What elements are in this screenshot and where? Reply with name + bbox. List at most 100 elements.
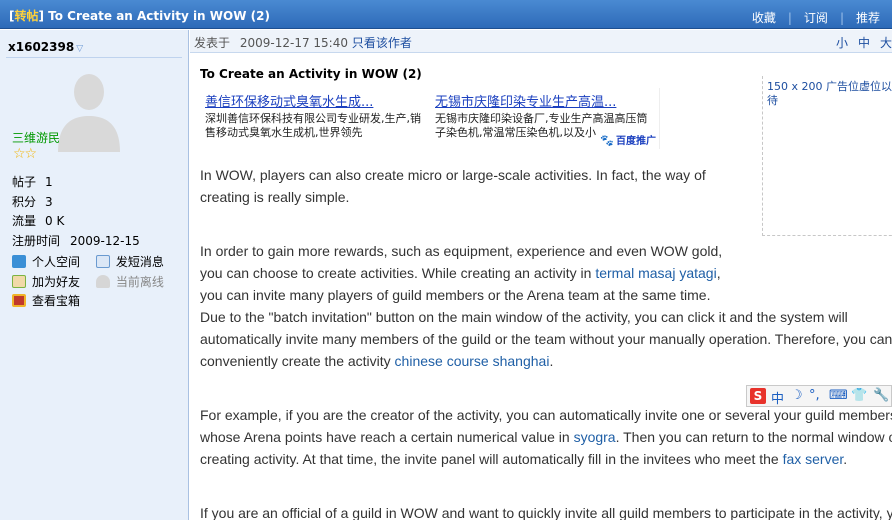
link-label[interactable]: 发短消息 [116, 255, 164, 269]
text-span: you can choose to create activities. Whi… [200, 265, 596, 281]
username-text[interactable]: x1602398 [8, 40, 74, 54]
thread-title: [转帖] To Create an Activity in WOW (2) [9, 7, 270, 24]
link-label: 当前离线 [115, 274, 164, 289]
stat-label: 积分 [12, 194, 37, 209]
repost-tag-close: ] [38, 9, 44, 23]
stat-points: 积分 3 [12, 193, 140, 213]
paw-icon: 🐾 [600, 134, 614, 147]
paragraph: If you are an official of a guild in WOW… [200, 502, 892, 520]
offline-user-icon [95, 274, 110, 288]
stat-label: 帖子 [12, 175, 37, 189]
favorite-button[interactable]: 收藏 [740, 9, 788, 26]
home-icon [12, 255, 26, 268]
chevron-down-icon[interactable]: ▽ [76, 44, 83, 54]
text-span: . [549, 353, 554, 369]
ad-headline-link[interactable]: 善信环保移动式臭氧水生成... [205, 91, 425, 110]
text-span: creating activity. At that time, the inv… [200, 451, 783, 467]
author-username[interactable]: x1602398 ▽ [8, 40, 83, 54]
stat-label: 注册时间 [12, 233, 61, 248]
post-title: To Create an Activity in WOW (2) [200, 67, 422, 81]
paragraph: In WOW, players can also create micro or… [200, 164, 892, 208]
text-line: automatically invite many members of the… [200, 331, 892, 347]
personal-space-link[interactable]: 个人空间 [12, 253, 92, 270]
placeholder-line[interactable]: 150 x 200 广告位虚位以 [767, 80, 892, 93]
user-group: 三维游民 [12, 131, 61, 145]
stat-traffic: 流量 0 K [12, 212, 140, 232]
text-line: conveniently create the activity chinese… [200, 350, 892, 372]
text-line: For example, if you are the creator of t… [200, 407, 892, 423]
text-line: you can choose to create activities. Whi… [200, 262, 892, 284]
stat-value: 0 K [45, 214, 65, 228]
ime-toolbar[interactable]: S 中 ☽ °, ⌨ 👕 🔧 [746, 385, 892, 407]
message-icon [95, 255, 110, 268]
settings-wrench-icon[interactable]: 🔧 [873, 388, 889, 403]
font-large-button[interactable]: 大 [880, 34, 892, 51]
text-span: whose Arena points have reach a certain … [200, 429, 574, 445]
text-line: If you are an official of a guild in WOW… [200, 505, 892, 520]
punctuation-icon[interactable]: °, [809, 388, 820, 403]
paragraph: In order to gain more rewards, such as e… [200, 240, 892, 372]
add-friend-link[interactable]: 加为好友 [12, 273, 92, 290]
rank-stars-icon: ☆☆ [13, 146, 37, 162]
posted-label: 发表于 [194, 36, 231, 50]
text-line: In order to gain more rewards, such as e… [200, 243, 723, 259]
link-label[interactable]: 查看宝箱 [32, 294, 80, 308]
author-links: 个人空间 发短消息 加为好友 当前离线 查看宝箱 [12, 253, 176, 312]
font-medium-button[interactable]: 中 [858, 34, 870, 51]
ad-placeholder: 150 x 200 广告位虚位以待 [762, 76, 892, 236]
chinese-course-link[interactable]: chinese course shanghai [395, 353, 550, 369]
stat-value: 3 [45, 194, 53, 209]
stat-value: 2009-12-15 [70, 233, 140, 248]
text-line: whose Arena points have reach a certain … [200, 426, 892, 448]
keyboard-icon[interactable]: ⌨ [829, 388, 848, 403]
stat-label: 流量 [12, 214, 37, 228]
stat-posts: 帖子 1 [12, 173, 140, 193]
font-small-button[interactable]: 小 [836, 34, 848, 51]
text-line: you can invite many players of guild mem… [200, 287, 711, 303]
font-size-switcher: 小中大 [826, 34, 892, 51]
thread-actions: 收藏 | 订阅 | 推荐 [740, 9, 892, 26]
baidu-label[interactable]: 百度推广 [616, 136, 656, 147]
treasure-box-icon [12, 294, 26, 307]
send-message-link[interactable]: 发短消息 [95, 253, 176, 270]
syogra-link[interactable]: syogra [574, 429, 616, 445]
post-header: 发表于 2009-12-17 15:40 只看该作者 小中大 [190, 30, 892, 53]
ad-headline-link[interactable]: 无锡市庆隆印染专业生产高温... [435, 91, 655, 110]
ad-placeholder-text[interactable]: 150 x 200 广告位虚位以待 [767, 80, 892, 108]
text-line: Due to the "batch invitation" button on … [200, 309, 848, 325]
sogou-logo-icon[interactable]: S [750, 388, 766, 404]
post-datetime: 2009-12-17 15:40 [239, 36, 348, 50]
text-span: , [716, 265, 721, 281]
sponsored-ads: 善信环保移动式臭氧水生成... 深圳善信环保科技有限公司专业研发,生产,销售移动… [200, 88, 660, 149]
text-line: creating is really simple. [200, 189, 350, 205]
subscribe-button[interactable]: 订阅 [792, 9, 840, 26]
author-sidebar: x1602398 ▽ 三维游民 ☆☆ 帖子 1 积分 3 流量 0 K 注册时间 2009… [0, 30, 189, 520]
author-only-link[interactable]: 只看该作者 [352, 36, 412, 50]
termal-masaj-link[interactable]: termal masaj yatagi [595, 265, 716, 281]
stat-value: 1 [45, 175, 53, 189]
baidu-promo-link[interactable]: 🐾 百度推广 [600, 132, 656, 147]
text-span: . Then you can return to the normal wind… [615, 429, 892, 445]
text-line: In WOW, players can also create micro or… [200, 167, 706, 183]
recommend-button[interactable]: 推荐 [844, 9, 892, 26]
add-friend-icon [12, 274, 26, 288]
link-label[interactable]: 个人空间 [32, 255, 80, 269]
link-label[interactable]: 加为好友 [32, 275, 80, 289]
online-status: 当前离线 [95, 273, 176, 290]
ad-description: 深圳善信环保科技有限公司专业研发,生产,销售移动式臭氧水生成机,世界领先 [205, 112, 421, 139]
text-line: creating activity. At that time, the inv… [200, 448, 892, 470]
text-span: . [843, 451, 848, 467]
placeholder-line[interactable]: 待 [767, 94, 778, 107]
chinese-mode-icon[interactable]: 中 [771, 388, 784, 407]
link-row: 个人空间 发短消息 [12, 253, 176, 273]
view-treasure-link[interactable]: 查看宝箱 [12, 292, 92, 309]
fax-server-link[interactable]: fax server [783, 451, 844, 467]
author-stats: 帖子 1 积分 3 流量 0 K 注册时间 2009-12-15 [12, 173, 140, 251]
halfwidth-icon[interactable]: ☽ [791, 388, 803, 403]
link-row: 查看宝箱 [12, 292, 176, 312]
skin-icon[interactable]: 👕 [851, 388, 867, 403]
link-row: 加为好友 当前离线 [12, 273, 176, 293]
divider [6, 57, 182, 58]
repost-tag[interactable]: 转帖 [14, 9, 38, 23]
title-bar: [转帖] To Create an Activity in WOW (2) 收藏… [0, 0, 892, 29]
